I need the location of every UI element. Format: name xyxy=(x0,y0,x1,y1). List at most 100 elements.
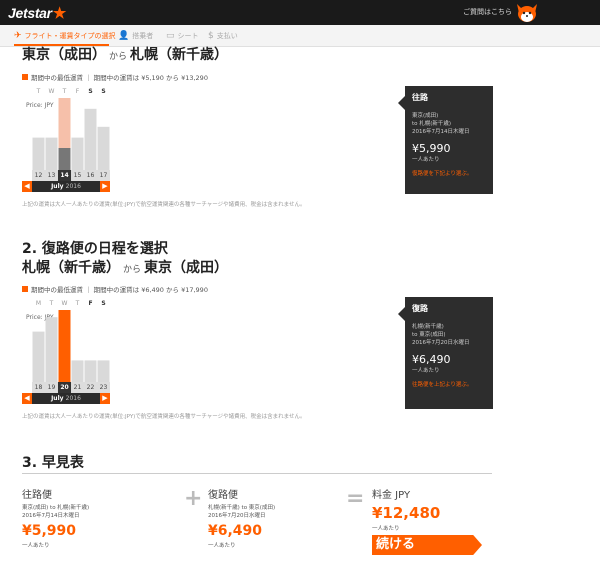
weekday-label: T xyxy=(36,88,41,95)
step-flight[interactable]: ✈ フライト・運賃タイプの選択 xyxy=(14,31,116,41)
card-date: 2016年7月14日木曜日 xyxy=(412,129,470,135)
return-from: 札幌（新千歳） xyxy=(22,260,120,276)
prev-week-button[interactable]: ◀ xyxy=(22,181,32,192)
total-head: 料金 JPY xyxy=(372,490,411,501)
date-cell[interactable]: 20 xyxy=(58,382,71,393)
step-payment: $ 支払い xyxy=(208,31,238,41)
step-passengers: 👤 搭乗者 xyxy=(118,31,153,41)
date-cell[interactable]: 14 xyxy=(58,170,71,181)
card-from: 札幌(新千歳) xyxy=(412,324,444,330)
summary-total: 料金 JPY ¥12,480 一人あたり xyxy=(372,486,440,532)
card-to: to 東京(成田) xyxy=(412,332,446,338)
date-cell[interactable]: 23 xyxy=(97,382,110,393)
summary-return-head: 復路便 xyxy=(208,490,238,501)
fare-bar[interactable] xyxy=(32,331,45,382)
card-price: ¥5,990 xyxy=(412,142,451,155)
date-cell[interactable]: 21 xyxy=(71,382,84,393)
card-to: to 札幌(新千歳) xyxy=(412,121,452,127)
fare-bar[interactable] xyxy=(84,108,97,170)
summary-return-route: 札幌(新千歳) to 東京(成田) xyxy=(208,505,276,511)
fare-bar[interactable] xyxy=(45,317,58,382)
outbound-calendar: TWTFSS Price: JPY 12 13 14 15 16 17 July 2016… xyxy=(22,88,110,206)
return-calendar: MTWTFS Price: JPY 18 19 20 21 22 23 July 2016… xyxy=(22,300,110,418)
person-icon: 👤 xyxy=(118,31,130,41)
outbound-legend: 期間中の最低運賃 ｜ 期間中の運賃は ¥5,190 から ¥13,290 xyxy=(22,72,208,82)
summary-return-price: ¥6,490 xyxy=(208,523,263,539)
weekday-label: F xyxy=(88,300,93,307)
card-price: ¥6,490 xyxy=(412,353,451,366)
equals-icon: = xyxy=(346,486,365,511)
selected-fare-bar[interactable] xyxy=(58,148,71,170)
jetstar-logo[interactable]: Jetstar★ xyxy=(8,4,66,22)
fare-bar[interactable] xyxy=(97,126,110,170)
top-bar: Jetstar★ ご質問はこちら xyxy=(0,0,600,25)
mascot-icon xyxy=(517,4,537,22)
weekday-label: T xyxy=(75,300,80,307)
outbound-to: 札幌（新千歳） xyxy=(130,47,229,63)
date-cell[interactable]: 19 xyxy=(45,382,58,393)
weekday-label: T xyxy=(49,300,54,307)
date-cell[interactable]: 17 xyxy=(97,170,110,181)
date-cell[interactable]: 12 xyxy=(32,170,45,181)
card-title: 往路 xyxy=(412,93,428,102)
summary-title: 3. 早見表 xyxy=(22,455,84,471)
fare-bar[interactable] xyxy=(45,137,58,170)
step-seat-label: シート xyxy=(177,32,199,40)
summary-return: 復路便 札幌(新千歳) to 東京(成田) 2016年7月20日水曜日 ¥6,4… xyxy=(208,486,275,549)
lowest-fare-swatch xyxy=(22,74,28,80)
summary-divider xyxy=(22,473,492,474)
return-route-title: 札幌（新千歳） から 東京（成田） xyxy=(22,257,228,277)
fare-bar[interactable] xyxy=(32,137,45,170)
summary-outbound-route: 東京(成田) to 札幌(新千歳) xyxy=(22,505,90,511)
weekday-label: W xyxy=(61,300,68,307)
date-row: 18 19 20 21 22 23 xyxy=(32,382,110,393)
outbound-summary-card: 往路 東京(成田) to 札幌(新千歳) 2016年7月14日木曜日 ¥5,99… xyxy=(398,86,493,194)
choose-outbound-link[interactable]: 往路便を上記より選ぶ。 xyxy=(412,380,486,388)
next-week-button[interactable]: ▶ xyxy=(100,393,110,404)
date-cell[interactable]: 13 xyxy=(45,170,58,181)
prev-week-button[interactable]: ◀ xyxy=(22,393,32,404)
return-fare-bars xyxy=(32,310,110,382)
weekday-label: S xyxy=(101,88,106,95)
total-per: 一人あたり xyxy=(372,526,400,532)
step-payment-label: 支払い xyxy=(216,32,238,40)
choose-return-link[interactable]: 復路便を下記より選ぶ。 xyxy=(412,169,486,177)
next-week-button[interactable]: ▶ xyxy=(100,181,110,192)
card-per: 一人あたり xyxy=(412,157,440,163)
date-cell[interactable]: 15 xyxy=(71,170,84,181)
summary-outbound: 往路便 東京(成田) to 札幌(新千歳) 2016年7月14日木曜日 ¥5,9… xyxy=(22,486,89,549)
lowest-fare-swatch xyxy=(22,286,28,292)
date-cell[interactable]: 18 xyxy=(32,382,45,393)
step-seat: ▭ シート xyxy=(166,31,199,41)
fare-bar[interactable] xyxy=(71,360,84,382)
return-legend: 期間中の最低運賃 ｜ 期間中の運賃は ¥6,490 から ¥17,990 xyxy=(22,284,208,294)
outbound-from: 東京（成田） xyxy=(22,47,106,63)
star-icon: ★ xyxy=(52,5,66,22)
seat-icon: ▭ xyxy=(166,31,175,41)
card-from: 東京(成田) xyxy=(412,113,439,119)
summary-return-date: 2016年7月20日水曜日 xyxy=(208,513,266,519)
help-link[interactable]: ご質問はこちら xyxy=(463,7,512,17)
continue-button[interactable]: 続ける xyxy=(372,535,482,555)
logo-text: Jetstar xyxy=(8,5,52,21)
weekday-row: TWT F S S xyxy=(32,88,110,98)
weekday-row: MTWTFS xyxy=(32,300,110,310)
outbound-route-title: 東京（成田） から 札幌（新千歳） xyxy=(22,44,228,64)
date-cell[interactable]: 22 xyxy=(84,382,97,393)
card-date: 2016年7月20日水曜日 xyxy=(412,340,470,346)
date-cell[interactable]: 16 xyxy=(84,170,97,181)
return-to: 東京（成田） xyxy=(144,260,229,276)
weekday-label: F xyxy=(75,88,80,95)
step-flight-label: フライト・運賃タイプの選択 xyxy=(24,32,116,40)
outbound-fare-note: 上記の運賃は大人一人あたりの運賃(単位:JPY)で航空運賃関連の各種サーチャージ… xyxy=(22,202,306,208)
outbound-legend-text: 期間中の最低運賃 ｜ 期間中の運賃は ¥5,190 から ¥13,290 xyxy=(31,74,208,82)
fare-bar[interactable] xyxy=(71,137,84,170)
weekday-label: S xyxy=(88,88,93,95)
return-fare-note: 上記の運賃は大人一人あたりの運賃(単位:JPY)で航空運賃関連の各種サーチャージ… xyxy=(22,414,306,420)
fare-bar[interactable] xyxy=(58,310,71,382)
summary-return-per: 一人あたり xyxy=(208,543,236,549)
fare-bar[interactable] xyxy=(84,360,97,382)
dollar-icon: $ xyxy=(208,31,214,41)
fare-bar[interactable] xyxy=(97,360,110,382)
outbound-join: から xyxy=(109,52,128,62)
